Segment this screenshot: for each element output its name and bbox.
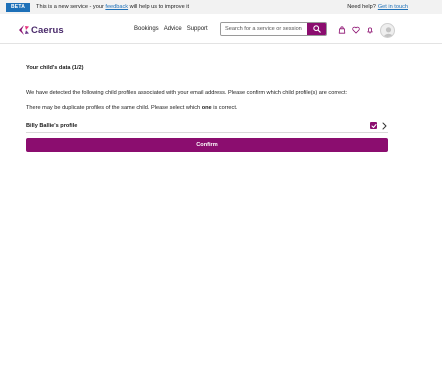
child-data-form: Your child's data (1/2) We have detected… [26,62,388,152]
caerus-logo-icon [19,25,29,35]
duplicate-text-after: is correct. [213,105,238,111]
heart-icon[interactable] [352,26,360,34]
search-bar [220,22,327,36]
user-avatar[interactable] [380,23,395,38]
bell-icon[interactable] [366,26,374,34]
get-in-touch-link[interactable]: Get in touch [378,4,408,10]
duplicate-text-bold: one [201,105,212,111]
beta-text-before: This is a new service - your [36,4,104,10]
duplicate-notice: There may be duplicate profiles of the s… [26,105,388,111]
nav-support[interactable]: Support [187,26,208,32]
main-nav: Bookings Advice Support [134,26,213,32]
intro-text: We have detected the following child pro… [26,90,348,96]
checkmark-icon [371,123,376,128]
profile-checkbox[interactable] [370,122,377,129]
chevron-right-icon[interactable] [382,122,387,130]
search-icon [312,25,321,33]
help-label: Need help? [347,4,376,10]
beta-message: This is a new service - your feedback wi… [36,4,189,10]
beta-text-after: will help us to improve it [129,4,190,10]
profile-row[interactable]: Billy Ballie's profile [26,119,388,133]
site-header: Caerus Bookings Advice Support [0,14,442,44]
search-button[interactable] [307,23,326,35]
duplicate-text-before: There may be duplicate profiles of the s… [26,105,201,111]
nav-bookings[interactable]: Bookings [134,26,159,32]
beta-banner: BETA This is a new service - your feedba… [0,0,442,14]
feedback-link[interactable]: feedback [105,4,128,10]
beta-tag: BETA [6,2,31,12]
user-avatar-icon [383,27,394,37]
nav-advice[interactable]: Advice [164,26,182,32]
brand-name: Caerus [31,24,64,36]
bag-icon[interactable] [338,26,346,34]
page-title: Your child's data (1/2) [26,65,84,71]
confirm-button[interactable]: Confirm [26,138,388,152]
profile-name: Billy Ballie's profile [26,122,78,129]
search-input[interactable] [221,23,308,35]
caerus-logo[interactable]: Caerus [18,24,64,36]
help-section: Need help? Get in touch [347,0,408,14]
